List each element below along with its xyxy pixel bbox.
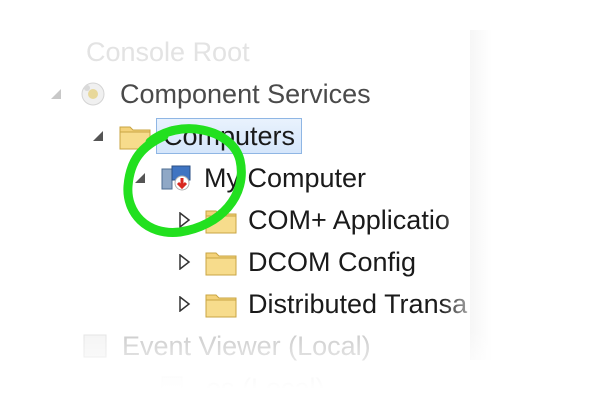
com-applications-label: COM+ Applicatio bbox=[248, 204, 450, 235]
tree-node-computers[interactable]: Computers bbox=[88, 118, 303, 154]
services-icon bbox=[156, 373, 196, 403]
component-services-label: Component Services bbox=[120, 78, 371, 109]
my-computer-label: My Computer bbox=[204, 162, 367, 193]
component-services-icon bbox=[76, 79, 110, 109]
services-label: es (Local) bbox=[206, 372, 325, 403]
collapsed-arrow-icon[interactable] bbox=[174, 252, 194, 272]
tree-node-services[interactable]: es (Local) bbox=[156, 370, 325, 404]
tree-node-event-viewer[interactable]: Event Viewer (Local) bbox=[78, 328, 371, 364]
tree-node-component-services[interactable]: Component Services bbox=[46, 76, 371, 112]
collapsed-arrow-icon[interactable] bbox=[174, 294, 194, 314]
tree-node-console-root[interactable]: Console Root bbox=[86, 34, 250, 70]
tree-node-my-computer[interactable]: My Computer bbox=[130, 160, 366, 196]
console-root-label: Console Root bbox=[86, 36, 250, 67]
console-tree: Console Root Component Services Computer… bbox=[0, 0, 600, 404]
computers-label: Computers bbox=[156, 118, 303, 154]
tree-node-distributed-transaction[interactable]: Distributed Transa bbox=[174, 286, 467, 322]
folder-icon bbox=[118, 121, 152, 151]
expanded-arrow-icon[interactable] bbox=[46, 84, 66, 104]
event-viewer-icon bbox=[78, 331, 112, 361]
collapsed-arrow-icon[interactable] bbox=[174, 210, 194, 230]
expanded-arrow-icon[interactable] bbox=[88, 126, 108, 146]
expanded-arrow-icon[interactable] bbox=[130, 168, 150, 188]
tree-node-dcom-config[interactable]: DCOM Config bbox=[174, 244, 416, 280]
tree-node-com-applications[interactable]: COM+ Applicatio bbox=[174, 202, 450, 238]
folder-icon bbox=[204, 289, 238, 319]
folder-icon bbox=[204, 205, 238, 235]
my-computer-icon bbox=[160, 163, 194, 193]
folder-icon bbox=[204, 247, 238, 277]
distributed-transaction-label: Distributed Transa bbox=[248, 288, 468, 319]
event-viewer-label: Event Viewer (Local) bbox=[122, 330, 371, 361]
top-fade-overlay bbox=[0, 0, 600, 30]
dcom-config-label: DCOM Config bbox=[248, 246, 417, 277]
